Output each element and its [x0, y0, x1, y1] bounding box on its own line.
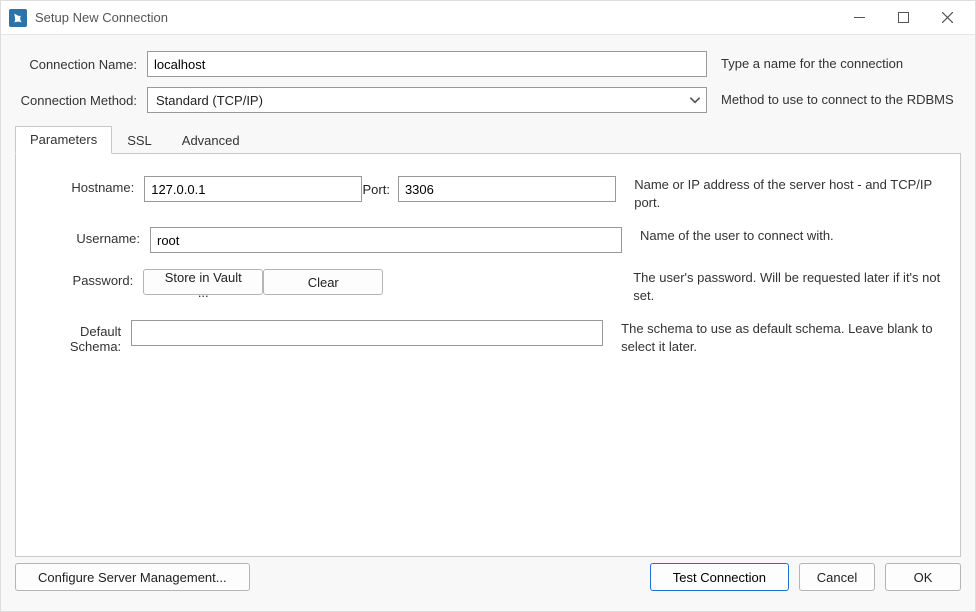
password-hint: The user's password. Will be requested l… [615, 269, 944, 304]
titlebar: Setup New Connection [1, 1, 975, 35]
tab-ssl[interactable]: SSL [112, 127, 167, 154]
tab-pane-parameters: Hostname: Port: Name or IP address of th… [15, 154, 961, 557]
connection-method-label: Connection Method: [15, 93, 147, 108]
dialog-body: Connection Name: Type a name for the con… [1, 35, 975, 557]
username-hint: Name of the user to connect with. [622, 227, 944, 245]
connection-name-input[interactable] [147, 51, 707, 77]
connection-method-value: Standard (TCP/IP) [156, 93, 688, 108]
port-input[interactable] [398, 176, 616, 202]
ok-button[interactable]: OK [885, 563, 961, 591]
cancel-button[interactable]: Cancel [799, 563, 875, 591]
default-schema-input[interactable] [131, 320, 603, 346]
connection-name-label: Connection Name: [15, 57, 147, 72]
row-default-schema: Default Schema: The schema to use as def… [32, 320, 944, 355]
dialog-footer: Configure Server Management... Test Conn… [1, 557, 975, 611]
tabs: Parameters SSL Advanced Hostname: Port: … [15, 125, 961, 557]
configure-server-mgmt-button[interactable]: Configure Server Management... [15, 563, 250, 591]
port-label: Port: [362, 182, 397, 197]
row-hostname: Hostname: Port: Name or IP address of th… [32, 176, 944, 211]
app-icon [9, 9, 27, 27]
username-input[interactable] [150, 227, 622, 253]
chevron-down-icon [688, 93, 702, 107]
connection-method-hint: Method to use to connect to the RDBMS [707, 92, 961, 109]
row-connection-name: Connection Name: Type a name for the con… [15, 51, 961, 77]
tab-row: Parameters SSL Advanced [15, 125, 961, 154]
close-button[interactable] [925, 4, 969, 32]
tab-advanced[interactable]: Advanced [167, 127, 255, 154]
clear-password-button[interactable]: Clear [263, 269, 383, 295]
connection-method-select[interactable]: Standard (TCP/IP) [147, 87, 707, 113]
maximize-button[interactable] [881, 4, 925, 32]
minimize-button[interactable] [837, 4, 881, 32]
tab-parameters[interactable]: Parameters [15, 126, 112, 154]
username-label: Username: [32, 227, 150, 246]
row-connection-method: Connection Method: Standard (TCP/IP) Met… [15, 87, 961, 113]
password-label: Password: [32, 269, 143, 288]
test-connection-button[interactable]: Test Connection [650, 563, 789, 591]
default-schema-label: Default Schema: [32, 320, 131, 354]
hostname-input[interactable] [144, 176, 362, 202]
window-title: Setup New Connection [35, 10, 168, 25]
dialog-window: Setup New Connection Connection Name: Ty… [0, 0, 976, 612]
hostname-label: Hostname: [32, 176, 144, 195]
default-schema-hint: The schema to use as default schema. Lea… [603, 320, 944, 355]
store-in-vault-button[interactable]: Store in Vault ... [143, 269, 263, 295]
row-username: Username: Name of the user to connect wi… [32, 227, 944, 253]
hostname-hint: Name or IP address of the server host - … [616, 176, 944, 211]
row-password: Password: Store in Vault ... Clear The u… [32, 269, 944, 304]
connection-name-hint: Type a name for the connection [707, 56, 961, 73]
